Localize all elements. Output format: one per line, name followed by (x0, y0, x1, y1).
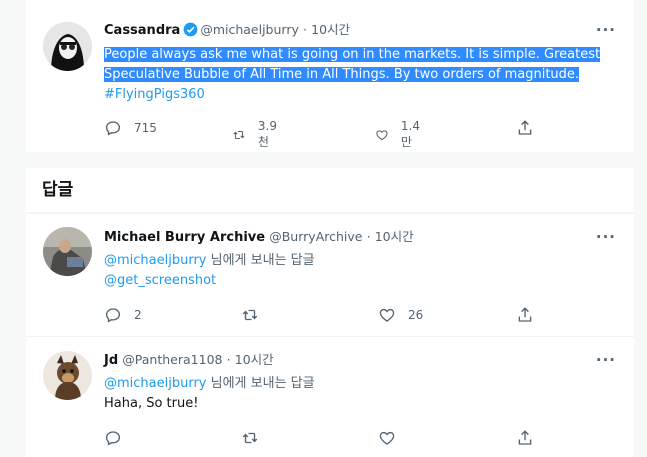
like-button[interactable] (378, 429, 408, 447)
retweet-button[interactable]: 3.9천 (232, 119, 281, 150)
reply-icon (105, 431, 121, 446)
retweet-button[interactable] (241, 306, 271, 324)
share-icon (518, 430, 532, 445)
share-button[interactable] (516, 119, 534, 137)
avatar[interactable] (43, 227, 92, 276)
avatar[interactable] (43, 351, 92, 400)
like-icon (376, 129, 388, 140)
author-name[interactable]: Cassandra (104, 23, 180, 38)
reply-to-label: 님에게 보내는 답글 (206, 253, 315, 268)
retweet-button[interactable] (241, 429, 271, 447)
hashtag-link[interactable]: #FlyingPigs360 (104, 87, 205, 102)
reply-icon (105, 308, 121, 323)
more-icon[interactable]: ··· (596, 351, 616, 369)
reply-to-label: 님에게 보내는 답글 (206, 376, 315, 391)
replies-heading-text: 답글 (42, 180, 74, 200)
section-gap (26, 152, 634, 166)
like-icon (379, 431, 395, 445)
reply-button[interactable]: 715 (104, 119, 157, 137)
more-icon[interactable]: ··· (596, 228, 616, 246)
share-button[interactable] (516, 306, 534, 324)
reply-button[interactable]: 2 (104, 306, 142, 324)
reply-tweet[interactable]: Michael Burry Archive @BurryArchive · 10… (26, 213, 634, 336)
reply-icon (105, 121, 121, 136)
timestamp[interactable]: 10시간 (311, 22, 350, 37)
share-button[interactable] (516, 429, 534, 447)
avatar[interactable] (43, 22, 92, 71)
tweet-text: Haha, So true! (104, 396, 199, 411)
share-icon (518, 120, 532, 135)
like-button[interactable]: 1.4만 (375, 119, 424, 150)
retweet-count: 3.9천 (257, 119, 277, 149)
author-handle[interactable]: @Panthera1108 (122, 352, 222, 367)
tweet-text-line-2: Speculative Bubble of All Time in All Th… (104, 67, 580, 82)
author-name[interactable]: Michael Burry Archive (104, 230, 265, 245)
reply-count: 2 (134, 308, 142, 322)
reply-tweet[interactable]: Jd @Panthera1108 · 10시간 ··· @michaeljbur… (26, 336, 634, 457)
share-icon (518, 307, 532, 322)
retweet-icon (242, 432, 258, 444)
timestamp[interactable]: 10시간 (235, 352, 274, 367)
retweet-icon (233, 130, 245, 139)
main-tweet[interactable]: Cassandra @michaeljburry · 10시간 ··· Peopl… (26, 0, 634, 152)
reply-to-mention[interactable]: @michaeljburry (104, 253, 207, 268)
reply-to-mention[interactable]: @michaeljburry (104, 376, 207, 391)
author-handle[interactable]: @michaeljburry (200, 22, 299, 37)
replies-heading: 답글 (26, 168, 634, 212)
timestamp[interactable]: 10시간 (375, 229, 414, 244)
like-icon (379, 308, 395, 322)
separator-dot: · (226, 352, 231, 367)
reply-button[interactable] (104, 429, 134, 447)
separator-dot: · (303, 22, 307, 37)
separator-dot: · (366, 229, 371, 244)
like-count: 26 (408, 308, 424, 322)
tweet-text-line-1: People always ask me what is going on in… (104, 47, 601, 62)
more-icon[interactable]: ··· (596, 21, 616, 39)
verified-badge-icon (183, 22, 198, 37)
author-name[interactable]: Jd (104, 353, 118, 368)
like-count: 1.4만 (400, 119, 420, 149)
tweet-text[interactable]: @get_screenshot (104, 273, 216, 288)
author-handle[interactable]: @BurryArchive (269, 229, 362, 244)
reply-count: 715 (134, 121, 157, 135)
retweet-icon (242, 309, 258, 321)
like-button[interactable]: 26 (378, 306, 423, 324)
